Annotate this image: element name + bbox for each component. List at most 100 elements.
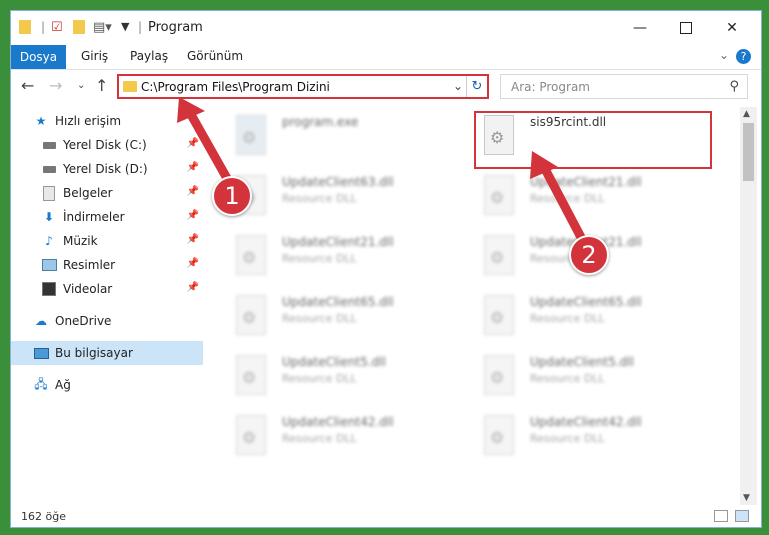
item-count: 162 öğe <box>21 510 66 523</box>
file-type: Resource DLL <box>530 312 605 325</box>
file-type: Resource DLL <box>282 192 357 205</box>
navigation-bar: ← → ⌄ ↑ C:\Program Files\Program Dizini … <box>11 70 761 104</box>
dll-icon: ⚙ <box>484 295 514 335</box>
details-view-icon[interactable] <box>714 510 728 522</box>
properties-icon[interactable]: ☑ <box>51 20 63 36</box>
address-bar[interactable]: C:\Program Files\Program Dizini ⌄ ↻ <box>117 74 489 99</box>
sidebar-item-pictures[interactable]: Resimler 📌 <box>11 253 203 277</box>
sidebar-item-label: Bu bilgisayar <box>55 346 133 360</box>
sidebar-item-this-pc[interactable]: Bu bilgisayar <box>11 341 203 365</box>
sidebar-item-music[interactable]: ♪ Müzik 📌 <box>11 229 203 253</box>
separator: | <box>138 20 143 34</box>
file-name: UpdateClient63.dll <box>282 175 394 189</box>
star-icon: ★ <box>35 114 47 128</box>
video-icon <box>41 282 57 296</box>
search-icon: ⚲ <box>729 79 739 94</box>
large-icons-view-icon[interactable] <box>735 510 749 522</box>
arrow-shaft <box>539 162 589 248</box>
pin-icon: 📌 <box>186 210 199 221</box>
help-icon[interactable]: ? <box>736 49 751 64</box>
gear-icon: ⚙ <box>242 428 257 447</box>
file-item[interactable]: ⚙ UpdateClient42.dll Resource DLL <box>216 411 446 463</box>
file-item[interactable]: ⚙ UpdateClient5.dll Resource DLL <box>216 351 446 403</box>
file-type: Resource DLL <box>282 432 357 445</box>
minimize-button[interactable]: — <box>617 11 663 45</box>
tab-file[interactable]: Dosya <box>11 45 66 69</box>
sidebar-item-network[interactable]: 🖧 Ağ <box>11 373 203 397</box>
up-icon[interactable]: ↑ <box>95 76 108 95</box>
sidebar-item-label: Müzik <box>63 234 98 248</box>
file-name: program.exe <box>282 115 359 129</box>
back-icon[interactable]: ← <box>21 76 34 95</box>
sidebar-item-downloads[interactable]: ⬇ İndirmeler 📌 <box>11 205 203 229</box>
file-type: Resource DLL <box>282 312 357 325</box>
quick-access-toolbar-icon[interactable]: ▤▾ <box>93 20 112 36</box>
gear-icon: ⚙ <box>242 308 257 327</box>
file-type: Resource DLL <box>282 252 357 265</box>
maximize-button[interactable] <box>663 11 709 45</box>
customize-toolbar-icon[interactable]: ▼ <box>121 20 129 36</box>
documents-icon <box>41 185 57 201</box>
file-item[interactable]: ⚙ UpdateClient5.dll Resource DLL <box>464 351 694 403</box>
scroll-down-icon[interactable]: ▼ <box>743 493 750 503</box>
search-placeholder: Ara: Program <box>511 80 590 94</box>
file-name: UpdateClient42.dll <box>530 415 642 429</box>
maximize-icon <box>680 22 692 34</box>
file-item[interactable]: ⚙ UpdateClient42.dll Resource DLL <box>464 411 694 463</box>
sidebar-item-label: Belgeler <box>63 186 113 200</box>
drive-icon <box>41 162 57 176</box>
pictures-icon <box>41 258 57 272</box>
scrollbar-thumb[interactable] <box>743 123 754 181</box>
gear-icon: ⚙ <box>490 248 505 267</box>
gear-icon: ⚙ <box>490 308 505 327</box>
recent-locations-icon[interactable]: ⌄ <box>77 80 85 91</box>
scroll-up-icon[interactable]: ▲ <box>743 109 750 119</box>
dll-icon: ⚙ <box>484 415 514 455</box>
refresh-icon[interactable]: ↻ <box>466 76 487 97</box>
file-list: ⚙ program.exe ⚙ sis95rcint.dll ⚙ UpdateC… <box>216 107 739 505</box>
folder-icon <box>123 81 137 92</box>
address-path: C:\Program Files\Program Dizini <box>141 80 330 94</box>
tab-share[interactable]: Paylaş <box>130 49 168 63</box>
music-icon: ♪ <box>45 234 53 248</box>
file-name: UpdateClient5.dll <box>530 355 634 369</box>
sidebar-item-label: Resimler <box>63 258 116 272</box>
sidebar-item-videos[interactable]: Videolar 📌 <box>11 277 203 301</box>
file-item[interactable]: ⚙ UpdateClient65.dll Resource DLL <box>464 291 694 343</box>
tab-home[interactable]: Giriş <box>81 49 108 63</box>
ribbon: Dosya Giriş Paylaş Görünüm ⌄ ? <box>11 45 761 70</box>
chevron-down-icon[interactable]: ⌄ <box>453 79 463 93</box>
sidebar-item-label: OneDrive <box>55 314 112 328</box>
sidebar-item-onedrive[interactable]: ☁ OneDrive <box>11 309 203 333</box>
cloud-icon: ☁ <box>35 314 47 328</box>
close-button[interactable]: ✕ <box>709 11 755 45</box>
pin-icon: 📌 <box>186 282 199 293</box>
sidebar-item-label: Ağ <box>55 378 71 392</box>
annotation-badge-1: 1 <box>212 176 252 216</box>
sidebar-item-label: Hızlı erişim <box>55 114 122 128</box>
tab-view[interactable]: Görünüm <box>187 49 243 63</box>
dll-icon: ⚙ <box>484 175 514 215</box>
gear-icon: ⚙ <box>242 368 257 387</box>
forward-icon[interactable]: → <box>49 76 62 95</box>
window-title: Program <box>148 20 203 35</box>
gear-icon: ⚙ <box>490 368 505 387</box>
dll-icon: ⚙ <box>236 295 266 335</box>
download-icon: ⬇ <box>43 210 55 224</box>
file-type: Resource DLL <box>530 432 605 445</box>
dll-icon: ⚙ <box>236 355 266 395</box>
dll-icon: ⚙ <box>236 235 266 275</box>
file-name: UpdateClient5.dll <box>282 355 386 369</box>
file-type: Resource DLL <box>282 372 357 385</box>
dll-icon: ⚙ <box>484 235 514 275</box>
pin-icon: 📌 <box>186 234 199 245</box>
file-item[interactable]: ⚙ UpdateClient21.dll Resource DLL <box>216 231 446 283</box>
pin-icon: 📌 <box>186 258 199 269</box>
folder-icon <box>19 20 31 34</box>
expand-ribbon-icon[interactable]: ⌄ <box>719 48 729 62</box>
file-item[interactable]: ⚙ UpdateClient65.dll Resource DLL <box>216 291 446 343</box>
explorer-window: | ☑ ▤▾ ▼ | Program — ✕ Dosya Giriş Payla… <box>10 10 762 528</box>
new-folder-icon[interactable] <box>73 20 85 34</box>
vertical-scrollbar[interactable]: ▲ ▼ <box>740 107 757 505</box>
search-input[interactable]: Ara: Program ⚲ <box>500 74 748 99</box>
